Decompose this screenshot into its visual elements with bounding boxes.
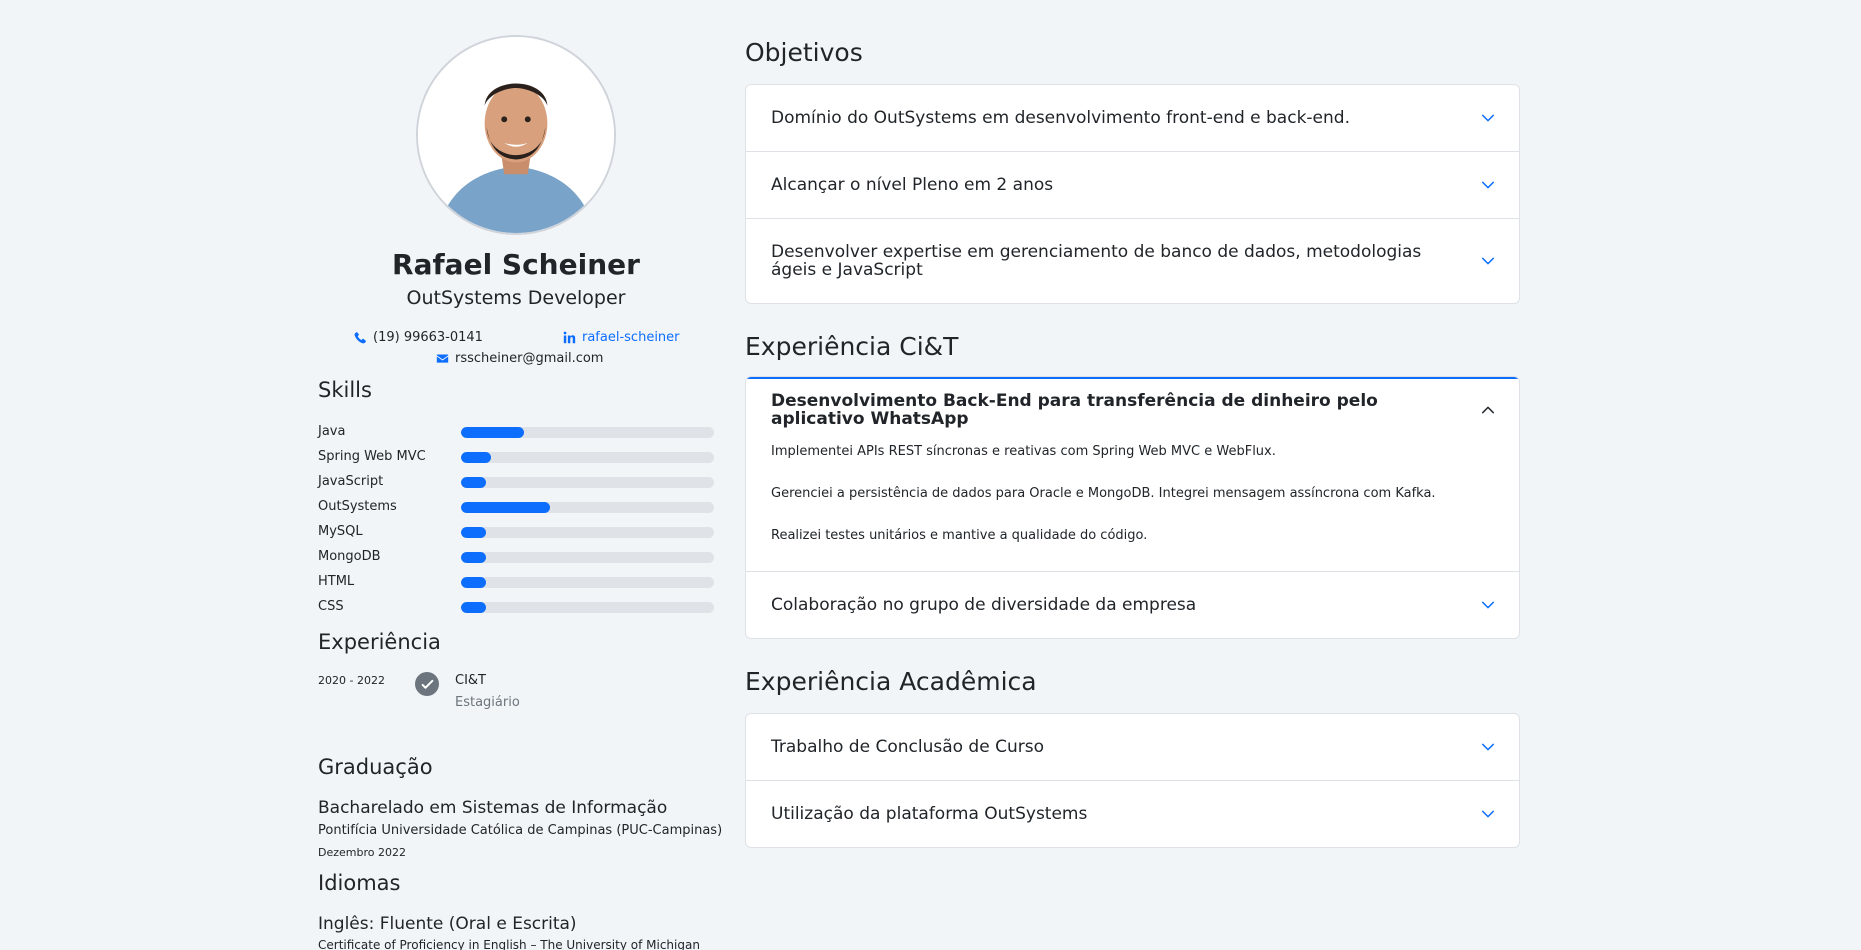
skill-progress-bar — [461, 502, 714, 513]
accordion-body: Implementei APIs REST síncronas e reativ… — [746, 443, 1519, 571]
language-certificate: Certificate of Proficiency in English – … — [318, 938, 700, 950]
accordion-label: Trabalho de Conclusão de Curso — [771, 737, 1044, 757]
chevron-down-icon — [1481, 598, 1495, 612]
accordion-paragraph: Implementei APIs REST síncronas e reativ… — [771, 444, 1276, 459]
accordion-label: Utilização da plataforma OutSystems — [771, 804, 1088, 824]
education-date: Dezembro 2022 — [318, 846, 406, 859]
skill-progress-bar — [461, 602, 714, 613]
education-heading: Graduação — [318, 755, 433, 779]
skill-row: Java — [318, 423, 714, 448]
skill-progress-bar — [461, 477, 714, 488]
accordion-label: Desenvolvimento Back-End para transferên… — [771, 391, 1378, 429]
profile-photo — [416, 35, 616, 235]
profile-role: OutSystems Developer — [406, 287, 626, 309]
cit-accordion: Desenvolvimento Back-End para transferên… — [745, 376, 1520, 639]
skill-label: Spring Web MVC — [318, 449, 426, 464]
phone-icon — [354, 331, 367, 344]
accordion-item: Desenvolvimento Back-End para transferên… — [746, 377, 1519, 571]
languages-heading: Idiomas — [318, 871, 401, 895]
skill-progress-fill — [461, 527, 487, 538]
profile-name: Rafael Scheiner — [392, 248, 640, 281]
accordion-label: Colaboração no grupo de diversidade da e… — [771, 595, 1197, 615]
accordion-item: Alcançar o nível Pleno em 2 anos — [746, 151, 1519, 218]
chevron-down-icon — [1481, 807, 1495, 821]
skill-row: CSS — [318, 598, 714, 623]
chevron-down-icon — [1481, 254, 1495, 268]
cit-item-diversity[interactable]: Colaboração no grupo de diversidade da e… — [746, 572, 1519, 638]
accordion-item: Colaboração no grupo de diversidade da e… — [746, 571, 1519, 638]
accordion-label: Alcançar o nível Pleno em 2 anos — [771, 175, 1054, 195]
skills-heading: Skills — [318, 378, 372, 402]
linkedin-icon — [563, 331, 576, 344]
chevron-down-icon — [1481, 740, 1495, 754]
skill-label: MongoDB — [318, 549, 381, 564]
email-address: rsscheiner@gmail.com — [455, 351, 604, 366]
skill-label: MySQL — [318, 524, 363, 539]
accordion-paragraph: Gerenciei a persistência de dados para O… — [771, 486, 1436, 501]
skill-progress-fill — [461, 602, 487, 613]
objectives-heading: Objetivos — [745, 38, 863, 67]
profile-photo-illustration — [418, 37, 614, 233]
contact-linkedin[interactable]: rafael-scheiner — [563, 330, 680, 345]
contact-email: rsscheiner@gmail.com — [436, 351, 603, 366]
skill-progress-bar — [461, 577, 714, 588]
skill-row: Spring Web MVC — [318, 448, 714, 473]
skill-progress-bar — [461, 527, 714, 538]
skill-label: CSS — [318, 599, 344, 614]
cit-item-whatsapp[interactable]: Desenvolvimento Back-End para transferên… — [746, 377, 1519, 443]
accordion-item: Domínio do OutSystems em desenvolvimento… — [746, 85, 1519, 151]
experience-period: 2020 - 2022 — [318, 674, 385, 687]
academic-accordion: Trabalho de Conclusão de Curso Utilizaçã… — [745, 713, 1520, 848]
education-degree: Bacharelado em Sistemas de Informação — [318, 798, 668, 818]
skill-row: OutSystems — [318, 498, 714, 523]
skill-progress-fill — [461, 452, 492, 463]
skill-progress-bar — [461, 427, 714, 438]
skill-progress-fill — [461, 427, 525, 438]
objective-item-2[interactable]: Alcançar o nível Pleno em 2 anos — [746, 152, 1519, 218]
academic-item-tcc[interactable]: Trabalho de Conclusão de Curso — [746, 714, 1519, 780]
chevron-up-icon — [1481, 403, 1495, 417]
skill-row: MongoDB — [318, 548, 714, 573]
accordion-paragraph: Realizei testes unitários e mantive a qu… — [771, 528, 1148, 543]
envelope-icon — [436, 352, 449, 365]
skill-progress-bar — [461, 552, 714, 563]
contact-phone: (19) 99663-0141 — [354, 330, 483, 345]
chevron-down-icon — [1481, 178, 1495, 192]
accordion-label: Desenvolver expertise em gerenciamento d… — [771, 242, 1422, 280]
objectives-accordion: Domínio do OutSystems em desenvolvimento… — [745, 84, 1520, 304]
skill-progress-fill — [461, 502, 550, 513]
chevron-down-icon — [1481, 111, 1495, 125]
education-school: Pontifícia Universidade Católica de Camp… — [318, 823, 723, 838]
skill-progress-fill — [461, 577, 487, 588]
skill-row: JavaScript — [318, 473, 714, 498]
skill-progress-fill — [461, 477, 487, 488]
check-circle-icon — [415, 672, 439, 696]
experience-company: CI&T — [455, 673, 486, 688]
phone-number: (19) 99663-0141 — [373, 330, 483, 345]
accordion-item: Trabalho de Conclusão de Curso — [746, 714, 1519, 780]
skill-progress-fill — [461, 552, 487, 563]
skill-label: OutSystems — [318, 499, 397, 514]
academic-item-outsystems[interactable]: Utilização da plataforma OutSystems — [746, 781, 1519, 847]
objective-item-3[interactable]: Desenvolver expertise em gerenciamento d… — [746, 219, 1519, 303]
skill-label: HTML — [318, 574, 355, 589]
skill-label: JavaScript — [318, 474, 384, 489]
linkedin-link[interactable]: rafael-scheiner — [582, 330, 680, 345]
accordion-label: Domínio do OutSystems em desenvolvimento… — [771, 108, 1350, 128]
accordion-item: Utilização da plataforma OutSystems — [746, 780, 1519, 847]
skill-row: MySQL — [318, 523, 714, 548]
experience-title: Estagiário — [455, 695, 520, 710]
objective-item-1[interactable]: Domínio do OutSystems em desenvolvimento… — [746, 85, 1519, 151]
skill-label: Java — [318, 424, 346, 439]
language-main: Inglês: Fluente (Oral e Escrita) — [318, 914, 577, 934]
experience-heading: Experiência — [318, 630, 441, 654]
skill-progress-bar — [461, 452, 714, 463]
academic-heading: Experiência Acadêmica — [745, 667, 1037, 696]
skill-row: HTML — [318, 573, 714, 598]
skills-list: Java Spring Web MVC JavaScript OutSystems My… — [318, 423, 714, 623]
cit-heading: Experiência Ci&T — [745, 332, 959, 361]
accordion-item: Desenvolver expertise em gerenciamento d… — [746, 218, 1519, 303]
